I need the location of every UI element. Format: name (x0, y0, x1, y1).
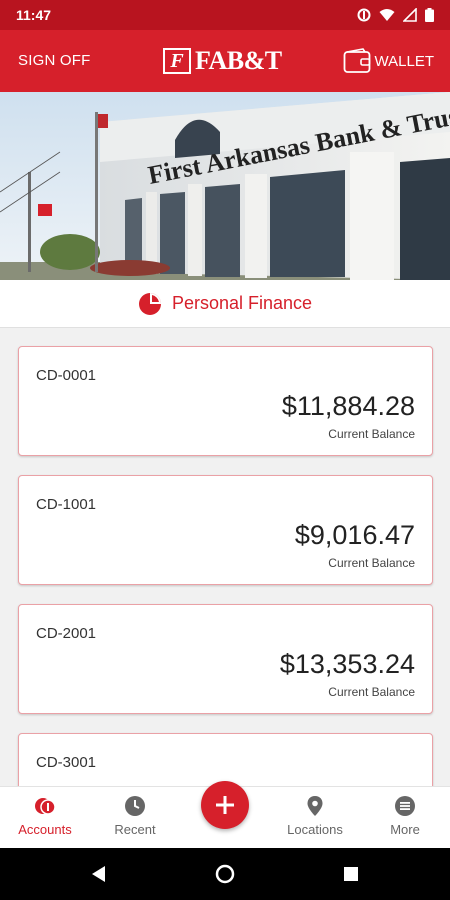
account-name: CD-0001 (36, 367, 97, 384)
data-saver-icon (357, 8, 371, 22)
plus-icon (216, 796, 234, 814)
account-name: CD-2001 (36, 625, 97, 642)
account-balance: $13,353.24 (279, 649, 415, 679)
status-time: 11:47 (16, 7, 52, 23)
app-bar: SIGN OFF F FAB&T WALLET (0, 30, 450, 92)
status-bar: 11:47 (0, 0, 450, 30)
add-button[interactable] (201, 781, 249, 829)
wifi-icon (379, 9, 395, 21)
bottom-nav: Accounts Recent Locations More (0, 781, 450, 849)
wallet-button[interactable]: WALLET (343, 48, 434, 74)
account-card[interactable]: CD-3001 (18, 733, 433, 786)
nav-label: Accounts (18, 822, 72, 837)
nav-label: More (390, 822, 420, 837)
account-card[interactable]: CD-1001 $9,016.47 Current Balance (18, 475, 433, 585)
nav-locations[interactable]: Locations (270, 787, 360, 849)
home-icon[interactable] (215, 864, 235, 884)
account-name: CD-1001 (36, 496, 97, 513)
wallet-icon (343, 48, 370, 73)
nav-more[interactable]: More (360, 787, 450, 849)
account-card[interactable]: CD-2001 $13,353.24 Current Balance (18, 604, 433, 714)
balance-label: Current Balance (328, 556, 415, 570)
signal-icon (403, 8, 417, 22)
balance-label: Current Balance (328, 427, 415, 441)
nav-label: Recent (114, 822, 156, 837)
bank-logo: F FAB&T (163, 46, 282, 76)
logo-mark: F (163, 48, 191, 74)
sign-off-button[interactable]: SIGN OFF (18, 52, 90, 69)
bank-building-photo: First Arkansas Bank & Trust (0, 92, 450, 280)
account-name: CD-3001 (36, 754, 97, 771)
recents-icon[interactable] (341, 864, 361, 884)
section-header: Personal Finance (0, 280, 450, 328)
nav-label: Locations (287, 822, 343, 837)
battery-icon (425, 8, 434, 22)
account-balance: $11,884.28 (281, 391, 415, 421)
nav-recent[interactable]: Recent (90, 787, 180, 849)
logo-text: FAB&T (195, 46, 282, 75)
wallet-label: WALLET (374, 52, 434, 70)
section-title: Personal Finance (171, 293, 313, 313)
back-icon[interactable] (89, 864, 109, 884)
account-balance: $9,016.47 (294, 520, 415, 550)
accounts-list: CD-0001 $11,884.28 Current Balance CD-10… (0, 328, 450, 786)
pie-chart-icon (138, 292, 161, 315)
status-icons (357, 8, 434, 22)
account-card[interactable]: CD-0001 $11,884.28 Current Balance (18, 346, 433, 456)
clock-icon (125, 796, 145, 816)
location-pin-icon (307, 796, 323, 816)
system-nav-bar (0, 848, 450, 900)
nav-accounts[interactable]: Accounts (0, 787, 90, 849)
balance-label: Current Balance (328, 685, 415, 699)
menu-icon (395, 796, 415, 816)
accounts-icon (35, 798, 56, 815)
